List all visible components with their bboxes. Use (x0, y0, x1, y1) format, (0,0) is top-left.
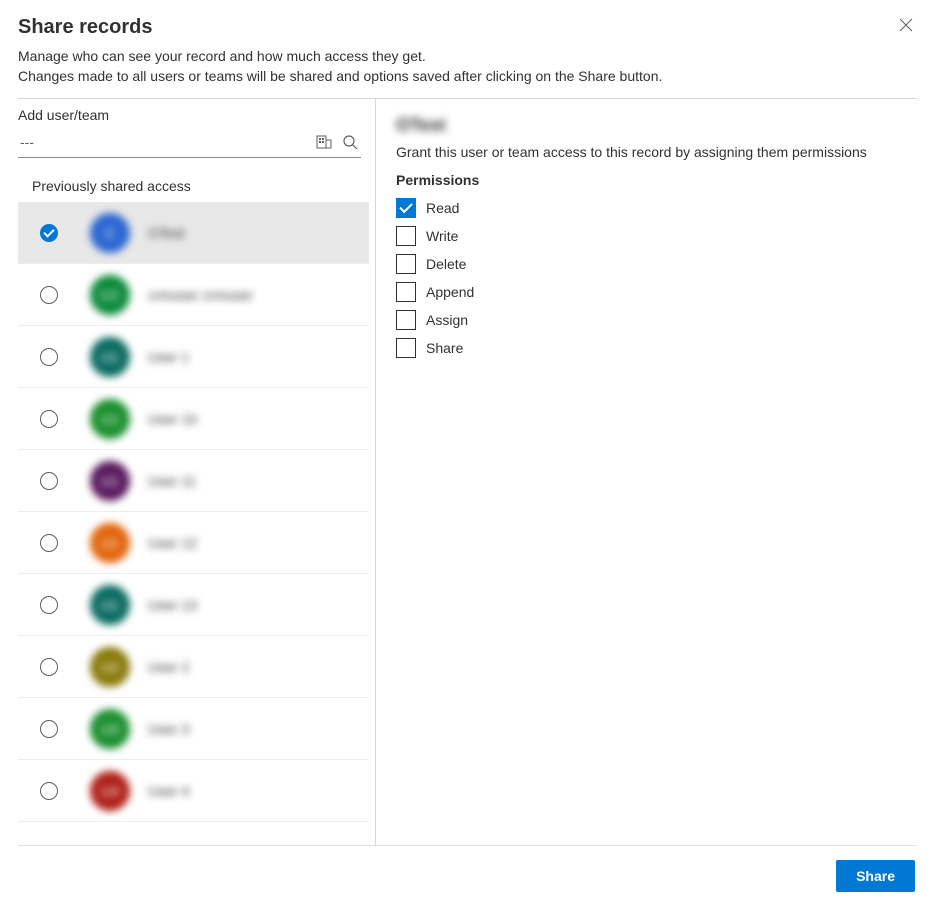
main-columns: Add user/team --- Previously shared acce… (18, 99, 917, 845)
selected-user-name: OTest (396, 115, 446, 136)
list-item-name: User 2 (148, 659, 189, 675)
dialog-footer: Share (18, 845, 917, 906)
check-circle-icon[interactable] (40, 224, 58, 242)
radio-icon[interactable] (40, 658, 58, 676)
search-icon[interactable] (341, 133, 359, 151)
list-item-name: User 4 (148, 783, 189, 799)
avatar: U1 (90, 461, 130, 501)
list-item-name: User 12 (148, 535, 197, 551)
radio-icon[interactable] (40, 348, 58, 366)
list-item-name: User 13 (148, 597, 197, 613)
list-item[interactable]: U1 User 10 (18, 388, 369, 450)
checkbox-read[interactable] (396, 198, 416, 218)
radio-icon[interactable] (40, 596, 58, 614)
permission-row-assign: Assign (396, 310, 909, 330)
permission-label: Append (426, 284, 474, 300)
permission-row-share: Share (396, 338, 909, 358)
list-item[interactable]: C OTest (18, 202, 369, 264)
avatar: U1 (90, 399, 130, 439)
avatar: CC (90, 275, 130, 315)
right-column: OTest Grant this user or team access to … (376, 99, 917, 845)
radio-icon[interactable] (40, 720, 58, 738)
building-icon[interactable] (315, 133, 333, 151)
radio-icon[interactable] (40, 534, 58, 552)
checkbox-assign[interactable] (396, 310, 416, 330)
checkbox-append[interactable] (396, 282, 416, 302)
permission-row-delete: Delete (396, 254, 909, 274)
close-button[interactable] (895, 14, 917, 39)
permission-row-append: Append (396, 282, 909, 302)
share-button[interactable]: Share (836, 860, 915, 892)
permission-label: Assign (426, 312, 468, 328)
permissions-instruction: Grant this user or team access to this r… (396, 144, 909, 160)
avatar: U1 (90, 337, 130, 377)
avatar: U1 (90, 523, 130, 563)
list-item-name: User 10 (148, 411, 197, 427)
list-item[interactable]: U1 User 1 (18, 326, 369, 388)
left-column: Add user/team --- Previously shared acce… (18, 99, 376, 845)
avatar: U4 (90, 771, 130, 811)
list-item[interactable]: CC crmuser crmuser (18, 264, 369, 326)
description-line-1: Manage who can see your record and how m… (18, 47, 917, 67)
radio-icon[interactable] (40, 410, 58, 428)
dialog-description: Manage who can see your record and how m… (18, 47, 917, 86)
radio-icon[interactable] (40, 472, 58, 490)
list-item-name: User 3 (148, 721, 189, 737)
permission-label: Share (426, 340, 463, 356)
permissions-label: Permissions (396, 172, 909, 188)
avatar: U2 (90, 647, 130, 687)
dialog-title: Share records (18, 16, 153, 39)
permission-label: Write (426, 228, 458, 244)
list-item[interactable]: U1 User 11 (18, 450, 369, 512)
list-item[interactable]: U4 User 4 (18, 760, 369, 822)
avatar: U3 (90, 709, 130, 749)
shared-access-list[interactable]: C OTest CC crmuser crmuser U1 User 1 U1 User 10… (18, 202, 375, 845)
add-user-team-input-row: --- (18, 129, 361, 158)
list-item[interactable]: U1 User 12 (18, 512, 369, 574)
list-item[interactable]: U2 User 2 (18, 636, 369, 698)
avatar: U1 (90, 585, 130, 625)
list-item[interactable]: U1 User 13 (18, 574, 369, 636)
list-item[interactable]: U3 User 3 (18, 698, 369, 760)
permission-label: Read (426, 200, 459, 216)
radio-icon[interactable] (40, 782, 58, 800)
list-item-name: crmuser crmuser (148, 287, 253, 303)
checkbox-share[interactable] (396, 338, 416, 358)
permission-row-read: Read (396, 198, 909, 218)
avatar: C (90, 213, 130, 253)
dialog-header: Share records (18, 10, 917, 47)
share-records-dialog: Share records Manage who can see your re… (0, 0, 935, 909)
close-icon (899, 18, 913, 32)
list-item-name: User 1 (148, 349, 189, 365)
add-user-team-input[interactable]: --- (20, 134, 307, 150)
add-user-team-label: Add user/team (18, 107, 375, 123)
radio-icon[interactable] (40, 286, 58, 304)
previously-shared-label: Previously shared access (32, 178, 375, 194)
checkbox-write[interactable] (396, 226, 416, 246)
checkbox-delete[interactable] (396, 254, 416, 274)
permission-label: Delete (426, 256, 466, 272)
description-line-2: Changes made to all users or teams will … (18, 67, 917, 87)
permission-row-write: Write (396, 226, 909, 246)
permissions-list: Read Write Delete Append Assign Share (396, 198, 909, 358)
list-item-name: OTest (148, 225, 185, 241)
list-item-name: User 11 (148, 473, 196, 489)
